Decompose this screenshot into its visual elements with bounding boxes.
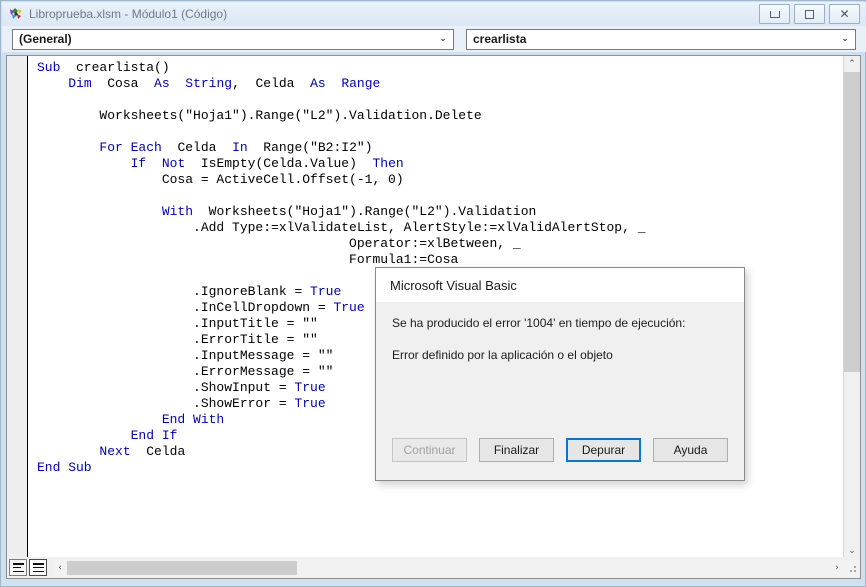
full-module-view-button[interactable] [29, 559, 47, 576]
dialog-title-bar: Microsoft Visual Basic [376, 268, 744, 302]
dialog-message-line1: Se ha producido el error '1004' en tiemp… [392, 316, 686, 330]
window-title: Libroprueba.xlsm - Módulo1 (Código) [29, 7, 228, 21]
dialog-button-row: Continuar Finalizar Depurar Ayuda [376, 438, 744, 462]
dialog-body: Se ha producido el error '1004' en tiemp… [376, 302, 744, 362]
chevron-down-icon[interactable]: ⌄ [433, 34, 453, 44]
code-line: Dim Cosa As String, Celda As Range [68, 76, 381, 91]
procedure-combo-value: crearlista [473, 32, 527, 46]
resize-grip-icon[interactable] [846, 562, 858, 574]
vba-editor-window: Libroprueba.xlsm - Módulo1 (Código) ✕ (G… [0, 0, 866, 587]
vba-icon [7, 5, 25, 23]
dialog-finalizar-button[interactable]: Finalizar [479, 438, 554, 462]
margin-indicator-bar[interactable] [7, 56, 28, 559]
scrollbar-right-group: › [830, 560, 860, 576]
vertical-scrollbar[interactable]: ⌃ ⌄ [843, 56, 860, 559]
restore-button[interactable] [794, 4, 825, 24]
error-dialog: Microsoft Visual Basic Se ha producido e… [375, 267, 745, 481]
full-module-view-icon [32, 563, 44, 572]
code-line: Cosa = ActiveCell.Offset(-1, 0) [37, 172, 404, 187]
dialog-continuar-button: Continuar [392, 438, 467, 462]
code-line: For Each Celda In Range("B2:I2") [99, 140, 373, 155]
bottom-bar: ‹ › [6, 557, 861, 579]
scroll-up-icon[interactable]: ⌃ [844, 56, 860, 72]
close-button[interactable]: ✕ [829, 4, 860, 24]
code-line: Sub crearlista() [37, 60, 170, 75]
dialog-message-line2: Error definido por la aplicación o el ob… [392, 348, 613, 362]
minimize-button[interactable] [759, 4, 790, 24]
dialog-depurar-button[interactable]: Depurar [566, 438, 641, 462]
vertical-scroll-thumb[interactable] [844, 72, 860, 372]
combo-bar: (General) ⌄ crearlista ⌄ [2, 26, 866, 52]
procedure-combo[interactable]: crearlista ⌄ [466, 28, 856, 50]
scroll-left-icon[interactable]: ‹ [53, 560, 67, 576]
object-combo[interactable]: (General) ⌄ [12, 28, 454, 50]
window-controls: ✕ [759, 4, 860, 24]
horizontal-scrollbar[interactable]: ‹ › [53, 559, 860, 576]
code-line: With Worksheets("Hoja1").Range("L2").Val… [161, 204, 537, 219]
code-line: If Not IsEmpty(Celda.Value) Then [130, 156, 404, 171]
code-line: Operator:=xlBetween, _ [37, 236, 521, 251]
code-line: Formula1:=Cosa [37, 252, 459, 267]
procedure-view-button[interactable] [9, 559, 27, 576]
horizontal-scroll-thumb[interactable] [67, 560, 297, 575]
dialog-title: Microsoft Visual Basic [390, 277, 517, 293]
dialog-ayuda-button[interactable]: Ayuda [653, 438, 728, 462]
code-line: Worksheets("Hoja1").Range("L2").Validati… [37, 108, 482, 123]
code-line: .Add Type:=xlValidateList, AlertStyle:=x… [37, 220, 646, 235]
procedure-view-icon [12, 563, 24, 572]
object-combo-value: (General) [19, 32, 72, 46]
chevron-down-icon[interactable]: ⌄ [835, 34, 855, 44]
scroll-right-icon[interactable]: › [830, 560, 844, 576]
title-bar: Libroprueba.xlsm - Módulo1 (Código) ✕ [2, 2, 866, 27]
